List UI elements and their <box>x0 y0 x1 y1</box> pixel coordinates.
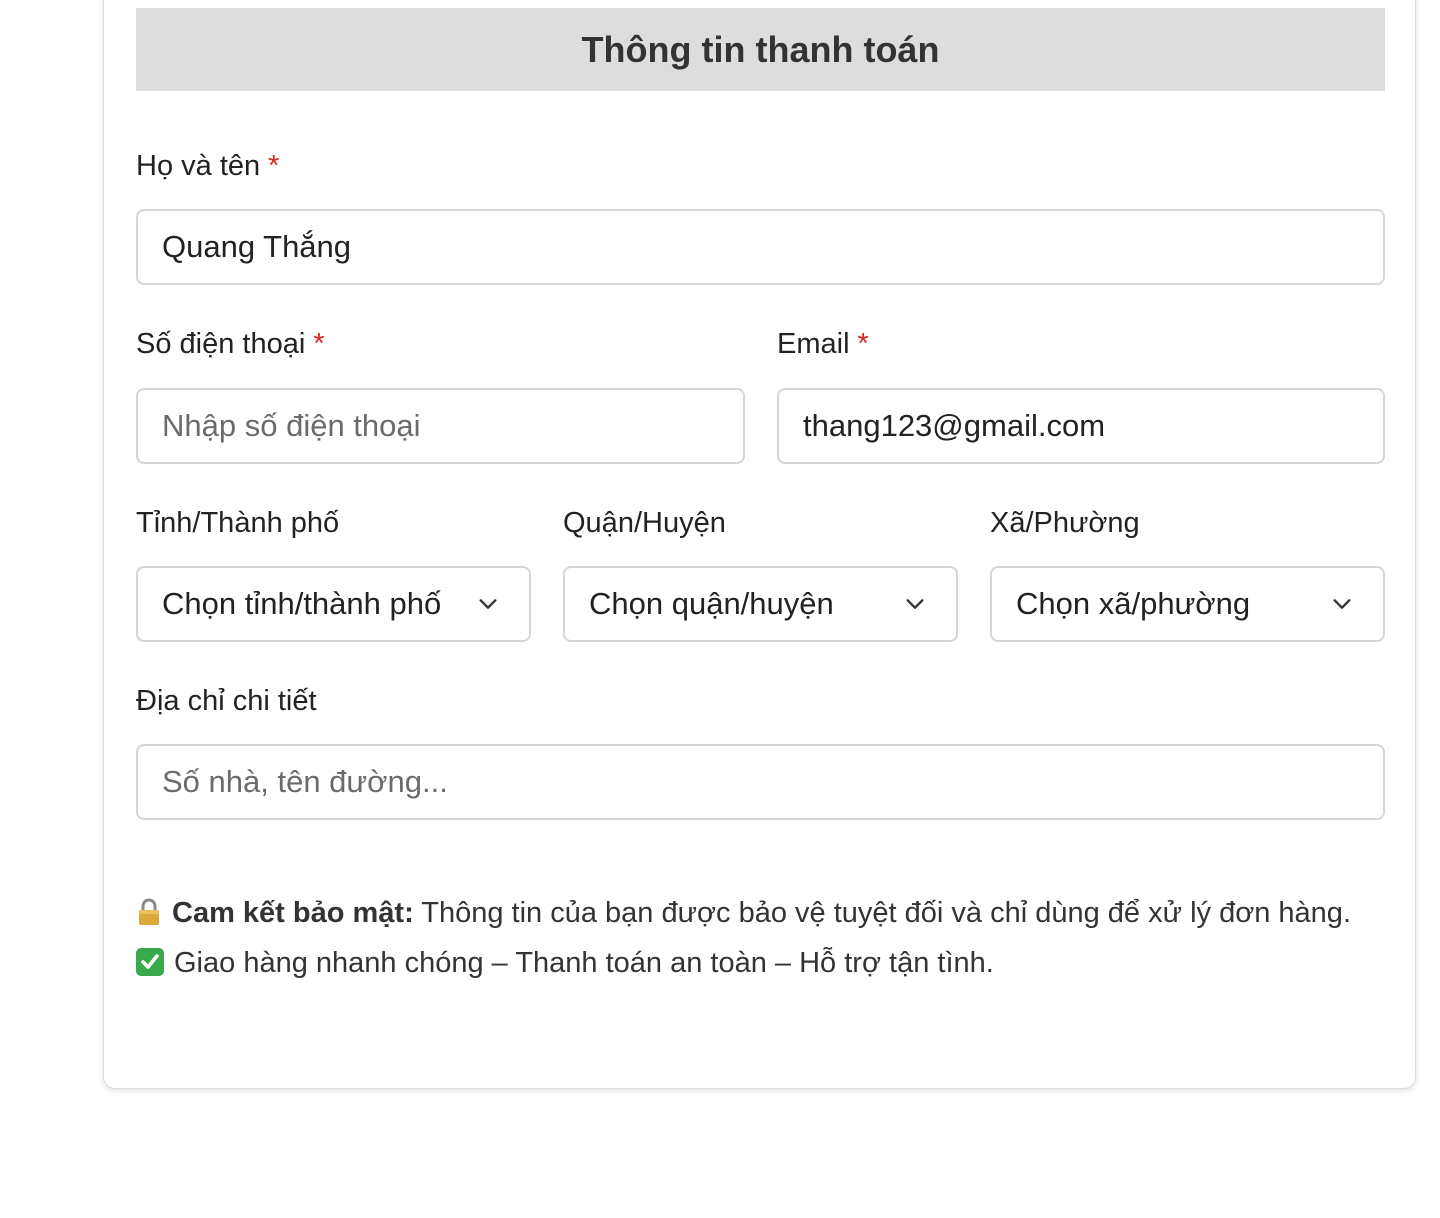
chevron-down-icon <box>1333 599 1351 609</box>
security-note: Cam kết bảo mật: Thông tin của bạn được … <box>136 888 1385 938</box>
phone-input[interactable]: Nhập số điện thoại <box>136 388 745 464</box>
ward-select[interactable]: Chọn xã/phường <box>990 566 1385 642</box>
section-title: Thông tin thanh toán <box>581 28 940 70</box>
check-mark-icon <box>136 948 164 976</box>
phone-label: Số điện thoại * <box>136 326 325 362</box>
required-asterisk: * <box>313 328 325 360</box>
section-header: Thông tin thanh toán <box>136 8 1385 91</box>
chevron-down-icon <box>906 599 924 609</box>
required-asterisk: * <box>857 328 869 360</box>
address-placeholder: Số nhà, tên đường... <box>162 764 448 799</box>
required-asterisk: * <box>268 150 280 182</box>
email-value: thang123@gmail.com <box>803 408 1106 443</box>
district-selected: Chọn quận/huyện <box>589 586 834 621</box>
full-name-label: Họ và tên * <box>136 148 279 184</box>
province-selected: Chọn tỉnh/thành phố <box>162 586 442 621</box>
province-select[interactable]: Chọn tỉnh/thành phố <box>136 566 531 642</box>
commitment-note: Cam kết bảo mật: Thông tin của bạn được … <box>136 888 1385 988</box>
ward-label: Xã/Phường <box>990 507 1140 539</box>
email-label-text: Email <box>777 328 850 360</box>
delivery-note: Giao hàng nhanh chóng – Thanh toán an to… <box>136 938 1385 988</box>
district-select[interactable]: Chọn quận/huyện <box>563 566 958 642</box>
full-name-value: Quang Thắng <box>162 229 352 264</box>
lock-icon <box>139 898 159 925</box>
district-label: Quận/Huyện <box>563 507 726 539</box>
chevron-down-icon <box>479 599 497 609</box>
address-label: Địa chỉ chi tiết <box>136 685 317 717</box>
full-name-label-text: Họ và tên <box>136 150 261 182</box>
province-label: Tỉnh/Thành phố <box>136 507 340 539</box>
full-name-input[interactable]: Quang Thắng <box>136 209 1385 285</box>
phone-placeholder: Nhập số điện thoại <box>162 408 421 443</box>
delivery-text: Giao hàng nhanh chóng – Thanh toán an to… <box>174 947 994 979</box>
email-label: Email * <box>777 326 869 362</box>
address-input[interactable]: Số nhà, tên đường... <box>136 744 1385 820</box>
ward-selected: Chọn xã/phường <box>1016 586 1251 621</box>
email-input[interactable]: thang123@gmail.com <box>777 388 1385 464</box>
security-text: Thông tin của bạn được bảo vệ tuyệt đối … <box>413 897 1351 929</box>
security-title: Cam kết bảo mật: <box>172 897 414 929</box>
phone-label-text: Số điện thoại <box>136 328 306 360</box>
